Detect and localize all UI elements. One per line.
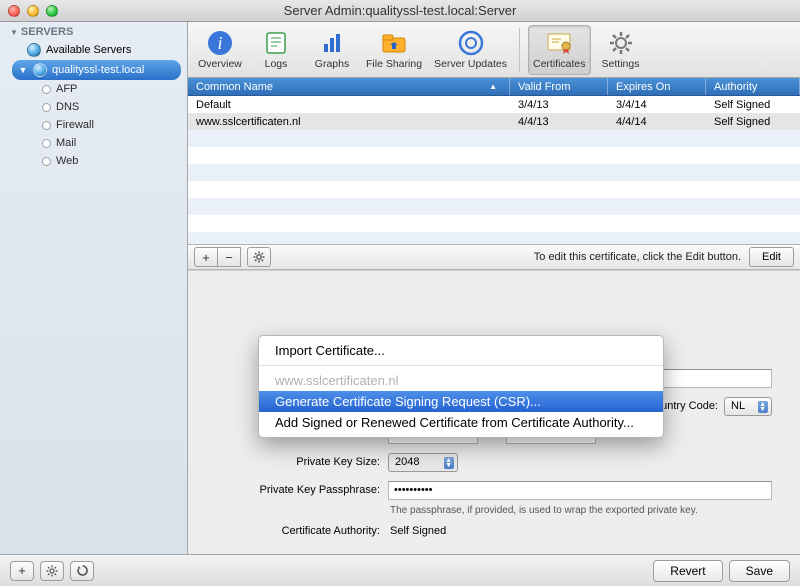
sort-ascending-icon: ▲ [489,82,501,91]
sidebar-item-afp[interactable]: AFP [6,80,187,98]
edit-hint: To edit this certificate, click the Edit… [534,251,749,263]
toolbar: i Overview Logs Graphs File Sharing Serv… [188,22,800,78]
country-code-select[interactable]: NL▲▼ [724,397,772,416]
column-header-authority[interactable]: Authority [706,78,800,95]
status-dot-icon [42,121,51,130]
sidebar-item-dns[interactable]: DNS [6,98,187,116]
table-header: Common Name▲ Valid From Expires On Autho… [188,78,800,96]
close-window-button[interactable] [8,5,20,17]
action-menu: Import Certificate... www.sslcertificate… [258,335,664,438]
toolbar-updates[interactable]: Server Updates [430,25,511,75]
logs-icon [262,29,290,57]
toolbar-filesharing[interactable]: File Sharing [362,25,426,75]
revert-button[interactable]: Revert [653,560,722,582]
table-row[interactable]: www.sslcertificaten.nl 4/4/13 4/4/14 Sel… [188,113,800,130]
save-button[interactable]: Save [729,560,790,582]
sidebar-header: ▼ SERVERS [0,22,187,40]
passphrase-label: Private Key Passphrase: [188,484,388,496]
toolbar-graphs[interactable]: Graphs [306,25,358,75]
table-body: Default 3/4/13 3/4/14 Self Signed www.ss… [188,96,800,244]
sidebar: ▼ SERVERS Available Servers ▼ qualityssl… [0,22,188,554]
status-dot-icon [42,157,51,166]
globe-icon [33,63,47,77]
column-header-expires-on[interactable]: Expires On [608,78,706,95]
edit-button[interactable]: Edit [749,247,794,267]
sidebar-item-web[interactable]: Web [6,152,187,170]
toolbar-logs[interactable]: Logs [250,25,302,75]
ca-label: Certificate Authority: [188,525,388,537]
minimize-window-button[interactable] [27,5,39,17]
window-title: Server Admin:qualityssl-test.local:Serve… [8,3,792,18]
sidebar-item-mail[interactable]: Mail [6,134,187,152]
refresh-icon [76,564,89,577]
menu-item-import[interactable]: Import Certificate... [259,340,663,361]
settings-button[interactable] [40,561,64,581]
graphs-icon [318,29,346,57]
info-icon: i [206,29,234,57]
keysize-label: Private Key Size: [188,456,388,468]
globe-icon [27,43,41,57]
table-row[interactable]: Default 3/4/13 3/4/14 Self Signed [188,96,800,113]
sidebar-item-available-servers[interactable]: Available Servers [6,40,187,60]
table-row [188,215,800,232]
ca-value: Self Signed [388,525,446,537]
passphrase-help: The passphrase, if provided, is used to … [188,505,772,516]
sidebar-item-firewall[interactable]: Firewall [6,116,187,134]
table-row [188,164,800,181]
add-button[interactable]: + [194,247,218,267]
action-menu-button[interactable] [247,247,271,267]
titlebar: Server Admin:qualityssl-test.local:Serve… [0,0,800,22]
menu-item-cert-name: www.sslcertificaten.nl [259,370,663,391]
column-header-name[interactable]: Common Name▲ [188,78,510,95]
status-dot-icon [42,103,51,112]
table-row [188,130,800,147]
folder-share-icon [380,29,408,57]
status-dot-icon [42,85,51,94]
gear-icon [253,251,266,264]
sidebar-item-server[interactable]: ▼ qualityssl-test.local [12,60,181,80]
bottom-bar: + Revert Save [0,554,800,586]
table-row [188,232,800,244]
menu-item-add-signed[interactable]: Add Signed or Renewed Certificate from C… [259,412,663,433]
status-dot-icon [42,139,51,148]
table-row [188,147,800,164]
sidebar-item-label: qualityssl-test.local [52,64,144,76]
table-row [188,198,800,215]
column-header-valid-from[interactable]: Valid From [510,78,608,95]
refresh-button[interactable] [70,561,94,581]
menu-item-generate-csr[interactable]: Generate Certificate Signing Request (CS… [259,391,663,412]
gear-icon [46,565,58,577]
svg-text:i: i [217,33,222,53]
toolbar-certificates[interactable]: Certificates [528,25,591,75]
menu-separator [259,365,663,366]
certificate-icon [545,29,573,57]
gear-icon [607,29,635,57]
table-action-bar: + − To edit this certificate, click the … [188,244,800,270]
passphrase-field[interactable]: •••••••••• [388,481,772,500]
zoom-window-button[interactable] [46,5,58,17]
updates-icon [457,29,485,57]
add-server-button[interactable]: + [10,561,34,581]
toolbar-settings[interactable]: Settings [595,25,647,75]
sidebar-item-label: Available Servers [46,44,131,56]
keysize-select[interactable]: 2048▲▼ [388,453,458,472]
remove-button[interactable]: − [217,247,241,267]
table-row [188,181,800,198]
toolbar-overview[interactable]: i Overview [194,25,246,75]
